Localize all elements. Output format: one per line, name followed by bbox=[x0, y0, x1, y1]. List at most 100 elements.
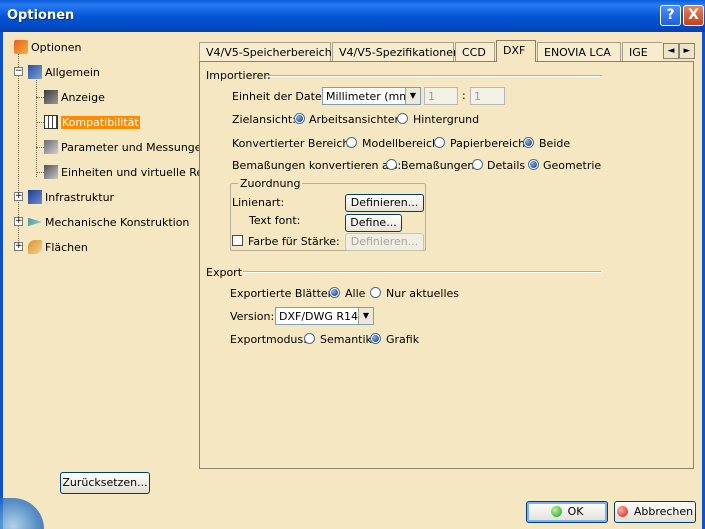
linetype-define-button[interactable]: Definieren... bbox=[345, 194, 424, 212]
sheets-label: Exportierte Blätter: bbox=[230, 287, 336, 300]
window-title: Optionen bbox=[7, 8, 75, 23]
settings-icon bbox=[28, 65, 42, 79]
units-icon bbox=[44, 165, 58, 179]
dims-radio-geometrie[interactable] bbox=[528, 159, 539, 170]
ok-label: OK bbox=[567, 505, 584, 518]
tab-v4v5-spezifikationen[interactable]: V4/V5-Spezifikationen bbox=[332, 42, 460, 62]
infrastructure-icon bbox=[28, 190, 42, 204]
chevron-down-icon: ▼ bbox=[358, 308, 373, 324]
range-label: Konvertierter Bereich: bbox=[232, 137, 354, 150]
expander-flaechen[interactable]: + bbox=[14, 242, 23, 251]
sheets-opt1-label: Alle bbox=[345, 287, 366, 300]
tree-root-options[interactable]: Optionen bbox=[14, 40, 81, 54]
dims-radio-details[interactable] bbox=[472, 159, 483, 170]
close-button[interactable]: X bbox=[683, 5, 704, 26]
unit-select-value: Millimeter (mm) bbox=[326, 90, 415, 103]
mode-label: Exportmodus: bbox=[230, 333, 307, 346]
tree-item-label: Flächen bbox=[45, 241, 88, 254]
mode-radio-grafik[interactable] bbox=[370, 333, 381, 344]
options-tree-icon bbox=[14, 40, 28, 54]
cancel-button[interactable]: Abbrechen bbox=[614, 501, 696, 523]
target-radio-arbeitsansichten[interactable] bbox=[294, 113, 305, 124]
target-opt2-label: Hintergrund bbox=[413, 113, 480, 126]
import-heading: Importieren bbox=[206, 69, 271, 82]
version-select[interactable]: DXF/DWG R14 ▼ bbox=[275, 307, 374, 325]
ok-button[interactable]: OK bbox=[526, 501, 608, 523]
tab-scroll-left-icon[interactable]: ◄ bbox=[663, 43, 679, 59]
tree-item-label: Infrastruktur bbox=[45, 191, 115, 204]
dims-opt1-label: Bemaßungen bbox=[401, 159, 475, 172]
linetype-label: Linienart: bbox=[232, 196, 285, 209]
tree-item-label: Allgemein bbox=[45, 66, 100, 79]
import-separator bbox=[266, 75, 602, 77]
dims-opt3-label: Geometrie bbox=[543, 159, 602, 172]
range-radio-beide[interactable] bbox=[523, 137, 534, 148]
surfaces-icon bbox=[28, 240, 42, 254]
scale-separator: : bbox=[462, 89, 466, 102]
sheets-opt2-label: Nur aktuelles bbox=[386, 287, 459, 300]
tree-item-kompatibilitaet[interactable]: Kompatibilität bbox=[44, 115, 140, 129]
chevron-down-icon: ▼ bbox=[405, 88, 420, 104]
ok-icon bbox=[550, 506, 562, 517]
version-select-value: DXF/DWG R14 bbox=[279, 310, 359, 323]
parameters-icon bbox=[44, 140, 58, 154]
export-heading: Export bbox=[206, 266, 243, 279]
range-opt3-label: Beide bbox=[539, 137, 571, 150]
target-label: Zielansicht: bbox=[232, 113, 296, 126]
expander-allgemein[interactable]: − bbox=[14, 67, 23, 76]
tab-enovia-lca[interactable]: ENOVIA LCA bbox=[537, 42, 621, 62]
tree-item-label: Anzeige bbox=[61, 91, 105, 104]
help-button[interactable]: ? bbox=[660, 5, 681, 26]
tab-ige[interactable]: IGE bbox=[622, 42, 662, 62]
tree-item-flaechen[interactable]: Flächen bbox=[28, 240, 88, 254]
expander-mechanische[interactable]: + bbox=[14, 217, 23, 226]
textfont-define-button[interactable]: Define... bbox=[345, 214, 402, 232]
tab-dxf[interactable]: DXF bbox=[496, 40, 536, 62]
textfont-label: Text font: bbox=[249, 214, 301, 227]
compatibility-icon bbox=[44, 115, 58, 129]
range-opt2-label: Papierbereich bbox=[450, 137, 526, 150]
color-thickness-label: Farbe für Stärke: bbox=[248, 235, 340, 248]
dims-label: Bemaßungen konvertieren als: bbox=[232, 159, 402, 172]
scale-input-a[interactable]: 1 bbox=[424, 87, 458, 105]
tree-item-mechanische[interactable]: Mechanische Konstruktion bbox=[28, 215, 189, 229]
target-radio-hintergrund[interactable] bbox=[397, 113, 408, 124]
sheets-radio-alle[interactable] bbox=[329, 287, 340, 298]
range-radio-modellbereich[interactable] bbox=[346, 137, 357, 148]
tab-ccd[interactable]: CCD bbox=[455, 42, 495, 62]
sheets-radio-nur-aktuelles[interactable] bbox=[370, 287, 381, 298]
reset-button[interactable]: Zurücksetzen... bbox=[60, 472, 150, 494]
cancel-label: Abbrechen bbox=[633, 505, 694, 518]
options-tree: Optionen − Allgemein Anzeige Kompatibili… bbox=[4, 37, 220, 467]
tree-item-label: Parameter und Messungen bbox=[61, 141, 209, 154]
tree-item-infrastruktur[interactable]: Infrastruktur bbox=[28, 190, 114, 204]
tab-scroll-right-icon[interactable]: ► bbox=[679, 43, 695, 59]
range-opt1-label: Modellbereich bbox=[362, 137, 439, 150]
tree-item-anzeige[interactable]: Anzeige bbox=[44, 90, 105, 104]
scale-input-b[interactable]: 1 bbox=[470, 87, 505, 105]
tree-item-parameter[interactable]: Parameter und Messungen bbox=[44, 140, 209, 154]
dims-opt2-label: Details bbox=[487, 159, 526, 172]
version-label: Version: bbox=[230, 310, 275, 323]
tree-item-einheiten[interactable]: Einheiten und virtuelle Realit bbox=[44, 165, 220, 179]
dims-radio-bemassungen[interactable] bbox=[386, 159, 397, 170]
color-define-button[interactable]: Definieren... bbox=[345, 233, 424, 251]
expander-infrastruktur[interactable]: + bbox=[14, 192, 23, 201]
cancel-icon bbox=[616, 506, 628, 517]
tree-root-label: Optionen bbox=[31, 41, 82, 54]
color-thickness-checkbox[interactable] bbox=[232, 235, 243, 246]
target-opt1-label: Arbeitsansichten bbox=[309, 113, 402, 126]
unit-label: Einheit der Datei: bbox=[232, 90, 329, 103]
range-radio-papierbereich[interactable] bbox=[434, 137, 445, 148]
tree-item-label: Einheiten und virtuelle Realit bbox=[61, 166, 221, 179]
mapping-title: Zuordnung bbox=[238, 177, 303, 190]
display-icon bbox=[44, 90, 58, 104]
tab-strip: V4/V5-Speicherbereich V4/V5-Spezifikatio… bbox=[199, 40, 662, 62]
tab-v4v5-speicherbereich[interactable]: V4/V5-Speicherbereich bbox=[199, 42, 332, 62]
unit-select[interactable]: Millimeter (mm) ▼ bbox=[322, 87, 421, 105]
export-separator bbox=[243, 271, 601, 273]
tree-item-label: Mechanische Konstruktion bbox=[45, 216, 190, 229]
tree-item-allgemein[interactable]: Allgemein bbox=[28, 65, 100, 79]
title-bar: Optionen ? X bbox=[0, 0, 705, 32]
mode-radio-semantik[interactable] bbox=[304, 333, 315, 344]
